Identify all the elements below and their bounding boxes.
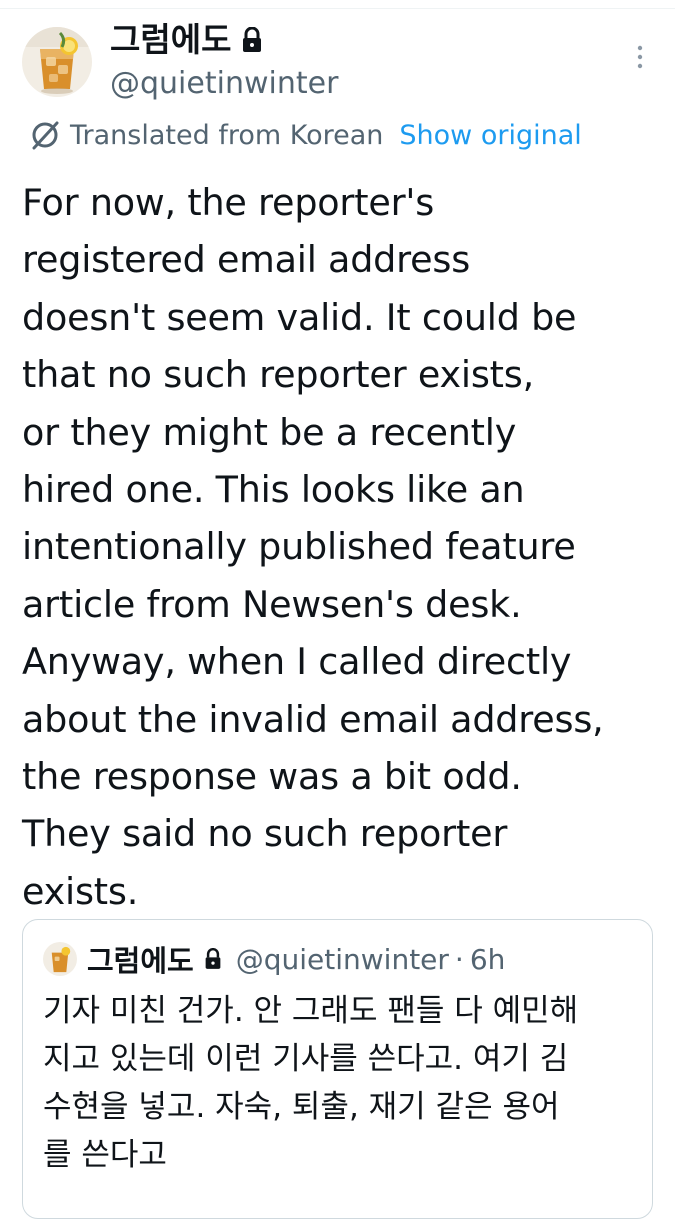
- lock-icon: [241, 26, 263, 53]
- translated-from-label: Translated from Korean: [70, 119, 384, 151]
- quoted-author-handle: @quietinwinter: [235, 942, 449, 976]
- author-handle[interactable]: @quietinwinter: [110, 64, 338, 104]
- quoted-lock-icon: [204, 948, 222, 970]
- quoted-tweet-card[interactable]: 그럼에도 @quietinwinter · 6h 기자 미친 건가. 안 그래도…: [22, 919, 653, 1219]
- quoted-tweet-header: 그럼에도 @quietinwinter · 6h: [43, 938, 505, 980]
- show-original-link[interactable]: Show original: [399, 120, 581, 151]
- quoted-timestamp: 6h: [469, 942, 506, 976]
- quoted-separator: ·: [454, 942, 464, 976]
- author-name-row: 그럼에도: [110, 18, 263, 62]
- quoted-author-display-name: 그럼에도: [87, 944, 194, 978]
- translate-icon: [28, 118, 62, 152]
- quoted-author-avatar: [43, 942, 77, 976]
- iced-drink-avatar-image: [22, 27, 92, 97]
- translation-bar: Translated from Korean Show original: [28, 115, 582, 155]
- author-display-name[interactable]: 그럼에도: [110, 18, 231, 62]
- tweet-body-text: For now, the reporter's registered email…: [22, 181, 604, 913]
- quoted-tweet-text: 기자 미친 건가. 안 그래도 팬들 다 예민해 지고 있는데 이런 기사를 쓴…: [43, 993, 579, 1173]
- top-divider: [0, 8, 675, 9]
- author-avatar[interactable]: [22, 27, 92, 97]
- more-vertical-icon[interactable]: [630, 42, 650, 72]
